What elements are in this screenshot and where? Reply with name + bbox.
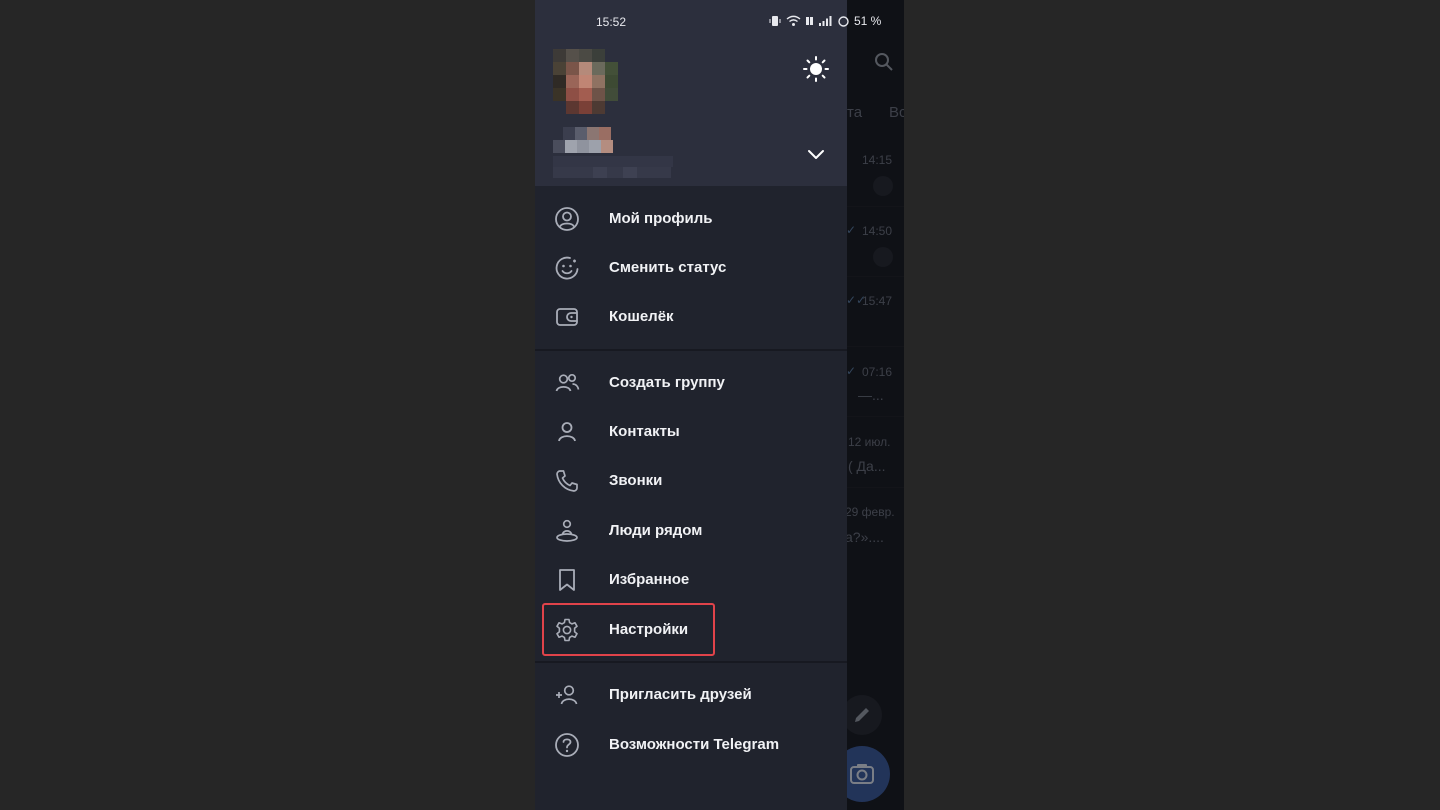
status-icons: 51 % <box>769 14 881 28</box>
sun-icon[interactable] <box>802 55 830 83</box>
divider <box>535 661 847 663</box>
menu-item-label: Кошелёк <box>609 308 674 325</box>
menu-item-my-profile[interactable]: Мой профиль <box>535 194 847 243</box>
menu-item-label: Сменить статус <box>609 259 727 276</box>
wifi-icon <box>786 15 801 26</box>
menu-item-label: Избранное <box>609 571 690 588</box>
contact-icon <box>558 421 576 441</box>
navigation-drawer: Мой профиль Сменить статус Кошелёк Созда… <box>535 0 847 810</box>
menu-item-label: Возможности Telegram <box>609 736 780 753</box>
menu-item-label: Пригласить друзей <box>609 686 752 703</box>
menu-item-saved-messages[interactable]: Избранное <box>535 555 847 604</box>
phone-screen: та Вс 14:15 ✓ 14:50 ✓✓ 15:47 ✓ 07:16 —..… <box>535 0 904 810</box>
status-bar: 15:52 51 % <box>535 0 904 44</box>
bookmark-icon <box>559 568 575 591</box>
people-nearby-icon <box>556 519 578 542</box>
chevron-down-icon[interactable] <box>807 148 825 162</box>
divider <box>535 349 847 351</box>
avatar[interactable] <box>553 49 619 115</box>
vibrate-icon <box>769 16 781 26</box>
battery-percentage: 51 % <box>854 14 882 28</box>
wallet-icon <box>556 307 578 326</box>
add-user-icon <box>556 684 578 704</box>
status-time: 15:52 <box>596 15 627 29</box>
menu-item-change-status[interactable]: Сменить статус <box>535 243 847 292</box>
question-icon <box>555 732 579 757</box>
signal-icon <box>819 16 832 26</box>
profile-circle-icon <box>555 206 579 231</box>
menu-item-create-group[interactable]: Создать группу <box>535 358 847 407</box>
highlight-frame <box>542 603 715 656</box>
menu-item-label: Мой профиль <box>609 210 713 227</box>
menu-item-label: Создать группу <box>609 374 725 391</box>
menu-item-contacts[interactable]: Контакты <box>535 407 847 456</box>
menu-item-people-nearby[interactable]: Люди рядом <box>535 506 847 555</box>
menu-item-wallet[interactable]: Кошелёк <box>535 292 847 341</box>
network-icon <box>806 17 813 25</box>
account-phone-blurred <box>553 156 673 178</box>
menu-item-calls[interactable]: Звонки <box>535 456 847 505</box>
menu-item-invite-friends[interactable]: Пригласить друзей <box>535 670 847 719</box>
menu-item-label: Звонки <box>609 472 663 489</box>
phone-icon <box>556 469 578 492</box>
menu-item-telegram-features[interactable]: Возможности Telegram <box>535 720 847 769</box>
account-name-blurred <box>553 127 613 154</box>
group-icon <box>555 373 580 391</box>
menu-item-label: Контакты <box>609 423 680 440</box>
scrim[interactable] <box>847 0 904 810</box>
battery-icon <box>838 15 849 27</box>
menu-item-label: Люди рядом <box>609 522 703 539</box>
smile-status-icon <box>555 256 579 279</box>
